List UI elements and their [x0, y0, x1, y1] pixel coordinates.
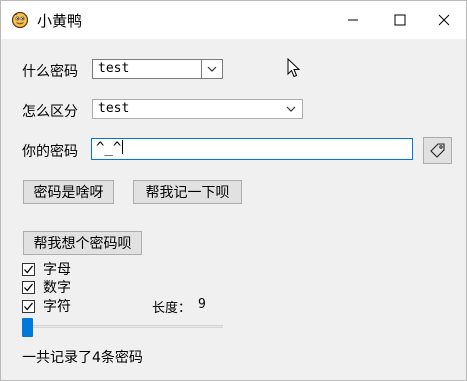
- letters-option[interactable]: 字母: [22, 261, 71, 278]
- password-type-value: test: [98, 61, 130, 76]
- generate-password-button[interactable]: 帮我想个密码呗: [23, 231, 142, 255]
- length-slider-track[interactable]: [23, 325, 223, 328]
- maximize-button[interactable]: [377, 1, 423, 39]
- password-type-label: 什么密码: [22, 64, 78, 80]
- your-password-label: 你的密码: [22, 144, 78, 160]
- minimize-icon: [348, 19, 358, 21]
- remember-button[interactable]: 帮我记一下呗: [133, 180, 242, 204]
- what-password-button[interactable]: 密码是啥呀: [23, 180, 114, 204]
- symbols-option[interactable]: 字符: [22, 298, 71, 315]
- password-type-dropdown[interactable]: test: [92, 59, 223, 79]
- digits-label: 数字: [43, 280, 71, 296]
- distinguish-dropdown[interactable]: test: [92, 99, 303, 119]
- check-icon: [24, 265, 34, 273]
- dropdown-arrow-button[interactable]: [201, 60, 222, 78]
- length-label: 长度：: [152, 301, 192, 316]
- length-value: 9: [198, 297, 206, 312]
- duck-app-icon: [11, 11, 29, 29]
- title-bar: 小黄鸭: [1, 1, 466, 39]
- maximize-icon: [394, 14, 406, 26]
- minimize-button[interactable]: [330, 1, 376, 39]
- close-icon: [438, 14, 450, 26]
- distinguish-value: test: [98, 101, 130, 116]
- chevron-down-icon: [286, 106, 296, 112]
- text-caret: [122, 140, 124, 154]
- symbols-label: 字符: [43, 299, 71, 315]
- dropdown-arrow-button[interactable]: [282, 100, 300, 118]
- app-window: 小黄鸭 什么密码 test 怎么区分 test 你的密码 ^_^ 密码是啥呀 帮…: [0, 0, 467, 381]
- symbols-checkbox[interactable]: [22, 299, 35, 313]
- distinguish-label: 怎么区分: [22, 104, 78, 120]
- chevron-down-icon: [207, 66, 217, 72]
- record-summary: 一共记录了4条密码: [22, 350, 143, 366]
- digits-checkbox[interactable]: [22, 280, 35, 294]
- length-slider-thumb[interactable]: [22, 318, 33, 337]
- password-input[interactable]: ^_^: [91, 138, 413, 160]
- window-title: 小黄鸭: [37, 12, 83, 30]
- close-button[interactable]: [421, 1, 466, 39]
- tag-button[interactable]: [423, 137, 452, 164]
- mouse-cursor-icon: [287, 57, 301, 82]
- check-icon: [24, 302, 34, 310]
- check-icon: [24, 283, 34, 291]
- digits-option[interactable]: 数字: [22, 279, 71, 296]
- tag-icon: [430, 143, 445, 158]
- letters-label: 字母: [43, 262, 71, 278]
- password-input-value: ^_^: [96, 140, 122, 156]
- letters-checkbox[interactable]: [22, 262, 35, 276]
